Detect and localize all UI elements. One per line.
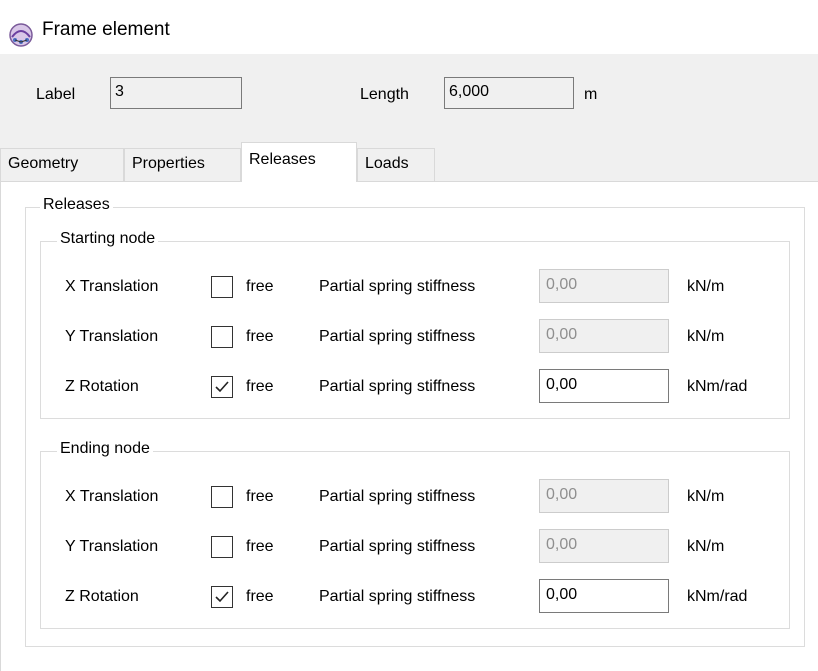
starting-node-title: Starting node — [57, 230, 159, 248]
tab-properties[interactable]: Properties — [124, 148, 241, 182]
label-caption: Label — [36, 86, 76, 103]
end-y-unit: kN/m — [687, 538, 725, 555]
length-caption: Length — [360, 86, 409, 103]
start-x-free-label: free — [246, 278, 274, 295]
releases-tab-panel: Releases Starting node X Translation fre… — [0, 181, 818, 671]
tab-geometry-label: Geometry — [8, 155, 79, 172]
starting-node-group: Starting node X Translation free Partial… — [40, 230, 790, 419]
length-unit: m — [584, 86, 598, 103]
start-z-stiffness-label: Partial spring stiffness — [319, 378, 476, 395]
length-field[interactable]: 6,000 — [444, 77, 574, 109]
checkmark-icon — [215, 591, 229, 603]
end-y-stiffness-label: Partial spring stiffness — [319, 538, 476, 555]
start-x-stiffness-label: Partial spring stiffness — [319, 278, 476, 295]
checkmark-icon — [215, 381, 229, 393]
end-x-stiffness-label: Partial spring stiffness — [319, 488, 476, 505]
start-z-unit: kNm/rad — [687, 378, 748, 395]
end-y-stiffness-input: 0,00 — [539, 529, 669, 563]
start-y-translation-free-checkbox[interactable] — [211, 326, 233, 348]
end-z-rotation-label: Z Rotation — [65, 588, 139, 605]
start-z-free-label: free — [246, 378, 274, 395]
releases-group-title: Releases — [40, 196, 113, 214]
start-x-translation-label: X Translation — [65, 278, 159, 295]
start-y-translation-label: Y Translation — [65, 328, 159, 345]
ending-node-group: Ending node X Translation free Partial s… — [40, 440, 790, 629]
start-x-stiffness-input: 0,00 — [539, 269, 669, 303]
start-y-free-label: free — [246, 328, 274, 345]
tab-loads-label: Loads — [365, 155, 409, 172]
start-z-stiffness-input[interactable]: 0,00 — [539, 369, 669, 403]
end-y-free-label: free — [246, 538, 274, 555]
tab-geometry[interactable]: Geometry — [0, 148, 124, 182]
end-x-translation-label: X Translation — [65, 488, 159, 505]
end-z-rotation-free-checkbox[interactable] — [211, 586, 233, 608]
start-y-stiffness-input: 0,00 — [539, 319, 669, 353]
end-x-translation-free-checkbox[interactable] — [211, 486, 233, 508]
end-z-free-label: free — [246, 588, 274, 605]
tab-properties-label: Properties — [132, 155, 205, 172]
frame-element-icon — [8, 22, 34, 48]
tab-releases[interactable]: Releases — [241, 142, 357, 182]
start-x-translation-free-checkbox[interactable] — [211, 276, 233, 298]
start-z-rotation-label: Z Rotation — [65, 378, 139, 395]
label-field[interactable]: 3 — [110, 77, 242, 109]
tab-strip: Geometry Properties Releases Loads — [0, 134, 818, 182]
tab-releases-label: Releases — [249, 151, 316, 168]
end-z-stiffness-label: Partial spring stiffness — [319, 588, 476, 605]
end-z-stiffness-input[interactable]: 0,00 — [539, 579, 669, 613]
tab-loads[interactable]: Loads — [357, 148, 435, 182]
end-y-translation-free-checkbox[interactable] — [211, 536, 233, 558]
releases-group: Releases Starting node X Translation fre… — [25, 196, 805, 647]
element-header-panel: Label 3 Length 6,000 m — [0, 54, 818, 134]
end-y-translation-label: Y Translation — [65, 538, 159, 555]
start-z-rotation-free-checkbox[interactable] — [211, 376, 233, 398]
window-titlebar: Frame element — [0, 0, 818, 47]
end-x-unit: kN/m — [687, 488, 725, 505]
start-x-unit: kN/m — [687, 278, 725, 295]
end-z-unit: kNm/rad — [687, 588, 748, 605]
end-x-stiffness-input: 0,00 — [539, 479, 669, 513]
start-y-unit: kN/m — [687, 328, 725, 345]
ending-node-title: Ending node — [57, 440, 153, 458]
window-title: Frame element — [42, 19, 170, 40]
start-y-stiffness-label: Partial spring stiffness — [319, 328, 476, 345]
end-x-free-label: free — [246, 488, 274, 505]
